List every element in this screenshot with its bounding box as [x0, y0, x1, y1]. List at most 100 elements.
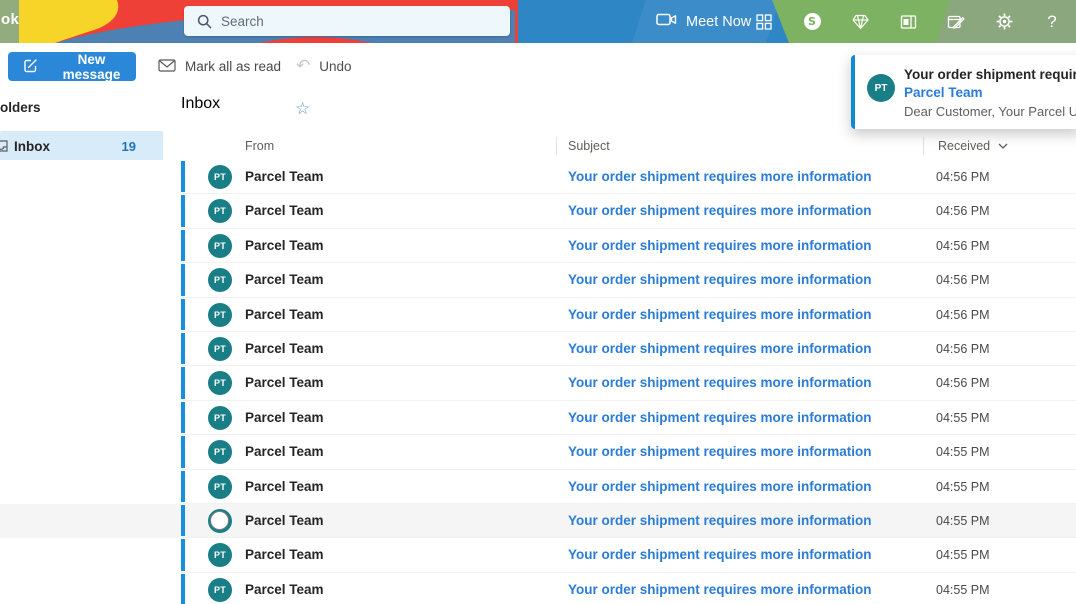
- toast-preview: Dear Customer, Your Parcel U: [904, 104, 1076, 119]
- unread-indicator: [181, 539, 185, 570]
- message-list: PT Parcel Team Your order shipment requi…: [0, 160, 1076, 604]
- received-time: 04:56 PM: [936, 376, 990, 390]
- sender-avatar[interactable]: PT: [208, 268, 232, 292]
- received-time: 04:55 PM: [936, 514, 990, 528]
- unread-indicator: [181, 402, 185, 433]
- message-row[interactable]: PT Parcel Team Your order shipment requi…: [0, 194, 1076, 228]
- tasks-icon[interactable]: [932, 0, 980, 43]
- received-time: 04:55 PM: [936, 583, 990, 597]
- message-row[interactable]: PT Parcel Team Your order shipment requi…: [0, 332, 1076, 366]
- message-subject[interactable]: Your order shipment requires more inform…: [568, 375, 872, 390]
- message-row[interactable]: PT Parcel Team Your order shipment requi…: [0, 401, 1076, 435]
- chevron-down-icon: [998, 143, 1008, 149]
- sender-avatar[interactable]: PT: [208, 165, 232, 189]
- sender-name: Parcel Team: [245, 272, 324, 287]
- toast-avatar: PT: [867, 74, 895, 102]
- message-subject[interactable]: Your order shipment requires more inform…: [568, 513, 872, 528]
- message-row[interactable]: PT Parcel Team Your order shipment requi…: [0, 573, 1076, 604]
- column-header-subject[interactable]: Subject: [568, 139, 610, 153]
- search-placeholder: Search: [221, 14, 264, 29]
- sender-avatar[interactable]: PT: [208, 234, 232, 258]
- sender-name: Parcel Team: [245, 238, 324, 253]
- sender-avatar[interactable]: PT: [208, 406, 232, 430]
- received-time: 04:56 PM: [936, 308, 990, 322]
- unread-count-badge: 19: [122, 139, 136, 154]
- message-subject[interactable]: Your order shipment requires more inform…: [568, 203, 872, 218]
- sender-avatar[interactable]: PT: [208, 543, 232, 567]
- received-label: Received: [938, 139, 990, 153]
- message-subject[interactable]: Your order shipment requires more inform…: [568, 272, 872, 287]
- message-row[interactable]: PT Parcel Team Your order shipment requi…: [0, 160, 1076, 194]
- premium-icon[interactable]: [836, 0, 884, 43]
- message-subject[interactable]: Your order shipment requires more inform…: [568, 547, 872, 562]
- unread-indicator: [181, 471, 185, 502]
- message-subject[interactable]: Your order shipment requires more inform…: [568, 444, 872, 459]
- undo-icon: ↶: [296, 58, 310, 75]
- column-divider: [556, 137, 557, 155]
- new-message-label: New message: [47, 52, 136, 82]
- sender-avatar[interactable]: PT: [208, 440, 232, 464]
- unread-indicator: [181, 161, 185, 192]
- message-subject[interactable]: Your order shipment requires more inform…: [568, 479, 872, 494]
- sidebar-item-inbox[interactable]: Inbox 19: [0, 131, 163, 161]
- skype-icon[interactable]: S: [788, 0, 836, 43]
- select-circle[interactable]: [210, 511, 229, 530]
- mark-all-as-read-label: Mark all as read: [185, 59, 281, 74]
- help-icon[interactable]: ?: [1028, 0, 1076, 43]
- sidebar-item-label: Inbox: [14, 139, 50, 154]
- sender-avatar[interactable]: PT: [208, 337, 232, 361]
- message-row[interactable]: PT Parcel Team Your order shipment requi…: [0, 435, 1076, 469]
- toast-title: Your order shipment requires: [904, 67, 1076, 82]
- message-row[interactable]: PT Parcel Team Your order shipment requi…: [0, 263, 1076, 297]
- outlook-brand-text: ok: [1, 11, 19, 28]
- message-row[interactable]: PT Parcel Team Your order shipment requi…: [0, 538, 1076, 572]
- sender-avatar[interactable]: PT: [208, 578, 232, 602]
- received-time: 04:56 PM: [936, 239, 990, 253]
- sender-avatar[interactable]: PT: [208, 371, 232, 395]
- camera-icon: [656, 12, 677, 31]
- message-subject[interactable]: Your order shipment requires more inform…: [568, 582, 872, 597]
- new-mail-notification-toast[interactable]: PT Your order shipment requires Parcel T…: [851, 55, 1076, 129]
- received-time: 04:56 PM: [936, 170, 990, 184]
- sender-avatar[interactable]: PT: [208, 303, 232, 327]
- unread-indicator: [181, 505, 185, 536]
- received-time: 04:55 PM: [936, 548, 990, 562]
- sender-name: Parcel Team: [245, 547, 324, 562]
- message-row[interactable]: PT Parcel Team Your order shipment requi…: [0, 366, 1076, 400]
- sender-name: Parcel Team: [245, 410, 324, 425]
- undo-button[interactable]: ↶ Undo: [296, 43, 352, 90]
- column-divider: [923, 137, 924, 155]
- new-message-button[interactable]: New message: [8, 52, 136, 81]
- message-row[interactable]: PT Parcel Team Your order shipment requi…: [0, 229, 1076, 263]
- apps-grid-icon[interactable]: [740, 0, 788, 43]
- unread-indicator: [181, 230, 185, 261]
- message-subject[interactable]: Your order shipment requires more inform…: [568, 410, 872, 425]
- message-row[interactable]: PT Parcel Team Your order shipment requi…: [0, 470, 1076, 504]
- sender-name: Parcel Team: [245, 582, 324, 597]
- notebook-icon[interactable]: [884, 0, 932, 43]
- sender-name: Parcel Team: [245, 479, 324, 494]
- meet-now-button[interactable]: Meet Now: [656, 0, 751, 43]
- sender-name: Parcel Team: [245, 444, 324, 459]
- message-row[interactable]: PT Parcel Team Your order shipment requi…: [0, 298, 1076, 332]
- toast-sender-link[interactable]: Parcel Team: [904, 85, 983, 100]
- compose-icon: [23, 58, 38, 76]
- message-row[interactable]: Parcel Team Your order shipment requires…: [0, 504, 1076, 538]
- sender-name: Parcel Team: [245, 203, 324, 218]
- unread-indicator: [181, 436, 185, 467]
- column-header-from[interactable]: From: [245, 139, 274, 153]
- favorite-star-icon[interactable]: ☆: [295, 99, 310, 119]
- received-time: 04:56 PM: [936, 204, 990, 218]
- search-input[interactable]: Search: [184, 6, 510, 36]
- sender-avatar[interactable]: PT: [208, 475, 232, 499]
- settings-icon[interactable]: [980, 0, 1028, 43]
- sender-avatar[interactable]: PT: [208, 199, 232, 223]
- unread-indicator: [181, 333, 185, 364]
- message-subject[interactable]: Your order shipment requires more inform…: [568, 341, 872, 356]
- search-icon: [197, 14, 212, 29]
- message-subject[interactable]: Your order shipment requires more inform…: [568, 307, 872, 322]
- column-header-received[interactable]: Received: [938, 139, 1008, 153]
- message-subject[interactable]: Your order shipment requires more inform…: [568, 169, 872, 184]
- message-subject[interactable]: Your order shipment requires more inform…: [568, 238, 872, 253]
- mark-all-as-read-button[interactable]: Mark all as read: [158, 43, 281, 90]
